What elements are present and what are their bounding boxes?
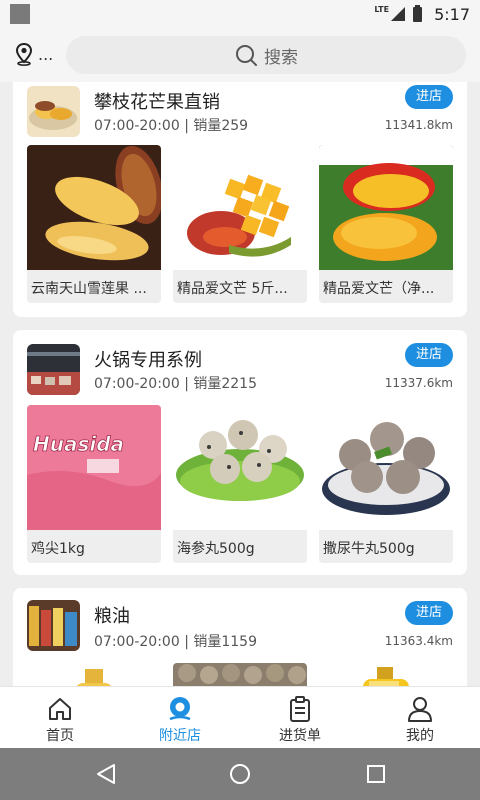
nearby-pin-icon	[169, 697, 191, 721]
shop-avatar[interactable]	[27, 600, 80, 651]
enter-shop-button[interactable]: 进店	[405, 343, 453, 367]
product-tile[interactable]	[173, 663, 307, 686]
search-input[interactable]: 搜索	[66, 36, 466, 74]
shop-card[interactable]: 粮油 07:00-20:00 | 销量1159 进店 11363.4km	[13, 588, 467, 686]
back-icon[interactable]	[94, 762, 118, 786]
product-tile[interactable]: 精品爱文芒 5斤...	[173, 145, 307, 303]
shop-avatar[interactable]	[27, 86, 80, 137]
product-image	[27, 663, 161, 686]
shop-distance: 11337.6km	[384, 376, 453, 390]
product-name: 精品爱文芒（净...	[319, 270, 453, 303]
shop-distance: 11363.4km	[384, 634, 453, 648]
enter-shop-button[interactable]: 进店	[405, 601, 453, 625]
shop-name[interactable]: 攀枝花芒果直销	[94, 88, 220, 114]
shop-hours-sales: 07:00-20:00 | 销量2215	[94, 376, 257, 392]
product-tile[interactable]	[319, 663, 453, 686]
clock: 5:17	[434, 4, 470, 24]
tab-label: 首页	[46, 728, 74, 744]
shop-hours-sales: 07:00-20:00 | 销量259	[94, 118, 249, 134]
shop-avatar[interactable]	[27, 344, 80, 395]
recents-icon[interactable]	[364, 762, 388, 786]
product-name: 撒尿牛丸500g	[319, 530, 453, 563]
home-icon	[49, 698, 71, 720]
product-image	[173, 663, 307, 686]
shop-distance: 11341.8km	[384, 118, 453, 132]
product-image	[173, 405, 307, 530]
product-tile[interactable]	[27, 663, 161, 686]
product-image	[319, 405, 453, 530]
nearby-shop-list[interactable]: 攀枝花芒果直销 07:00-20:00 | 销量259 进店 11341.8km…	[0, 82, 480, 686]
home-circle-icon[interactable]	[228, 762, 252, 786]
tab-label: 我的	[406, 728, 434, 744]
search-placeholder: 搜索	[264, 47, 298, 68]
status-bar: LTE 5:17	[0, 0, 480, 28]
package-brand-text: Huasida	[33, 432, 124, 456]
product-tile[interactable]: 云南天山雪莲果 ...	[27, 145, 161, 303]
product-tile[interactable]: 撒尿牛丸500g	[319, 405, 453, 563]
tab-nearby[interactable]: 附近店	[120, 687, 240, 748]
system-navigation-bar	[0, 748, 480, 800]
status-icons: LTE 5:17	[374, 3, 470, 25]
product-name: 云南天山雪莲果 ...	[27, 270, 161, 303]
product-image	[173, 145, 307, 270]
shop-name[interactable]: 粮油	[94, 602, 130, 628]
clipboard-icon	[290, 696, 310, 722]
product-image	[319, 145, 453, 270]
tab-label: 附近店	[159, 728, 201, 744]
shop-card[interactable]: 火锅专用系例 07:00-20:00 | 销量2215 进店 11337.6km…	[13, 330, 467, 575]
tab-order-list[interactable]: 进货单	[240, 687, 360, 748]
top-bar: ... 搜索	[0, 28, 480, 82]
tab-profile[interactable]: 我的	[360, 687, 480, 748]
product-image	[27, 145, 161, 270]
shop-hours-sales: 07:00-20:00 | 销量1159	[94, 634, 257, 650]
notification-icon	[10, 4, 30, 24]
product-name: 精品爱文芒 5斤...	[173, 270, 307, 303]
product-image: Huasida	[27, 405, 161, 530]
product-image	[319, 663, 453, 686]
search-icon	[236, 45, 257, 66]
product-tile[interactable]: 海参丸500g	[173, 405, 307, 563]
location-text: ...	[38, 44, 54, 64]
product-tile[interactable]: Huasida 鸡尖1kg	[27, 405, 161, 563]
network-type: LTE	[374, 4, 390, 14]
enter-shop-button[interactable]: 进店	[405, 85, 453, 109]
tab-label: 进货单	[279, 728, 321, 744]
tab-home[interactable]: 首页	[0, 687, 120, 748]
product-name: 鸡尖1kg	[27, 530, 161, 563]
product-name: 海参丸500g	[173, 530, 307, 563]
shop-name[interactable]: 火锅专用系例	[94, 346, 202, 372]
battery-icon	[413, 4, 423, 22]
location-pin-icon	[15, 42, 33, 66]
product-tile[interactable]: 精品爱文芒（净...	[319, 145, 453, 303]
user-icon	[408, 697, 432, 722]
shop-card[interactable]: 攀枝花芒果直销 07:00-20:00 | 销量259 进店 11341.8km…	[13, 82, 467, 317]
signal-icon	[391, 7, 406, 21]
bottom-tab-bar: 首页 附近店 进货单 我的	[0, 686, 480, 748]
location-selector[interactable]: ...	[14, 42, 53, 66]
